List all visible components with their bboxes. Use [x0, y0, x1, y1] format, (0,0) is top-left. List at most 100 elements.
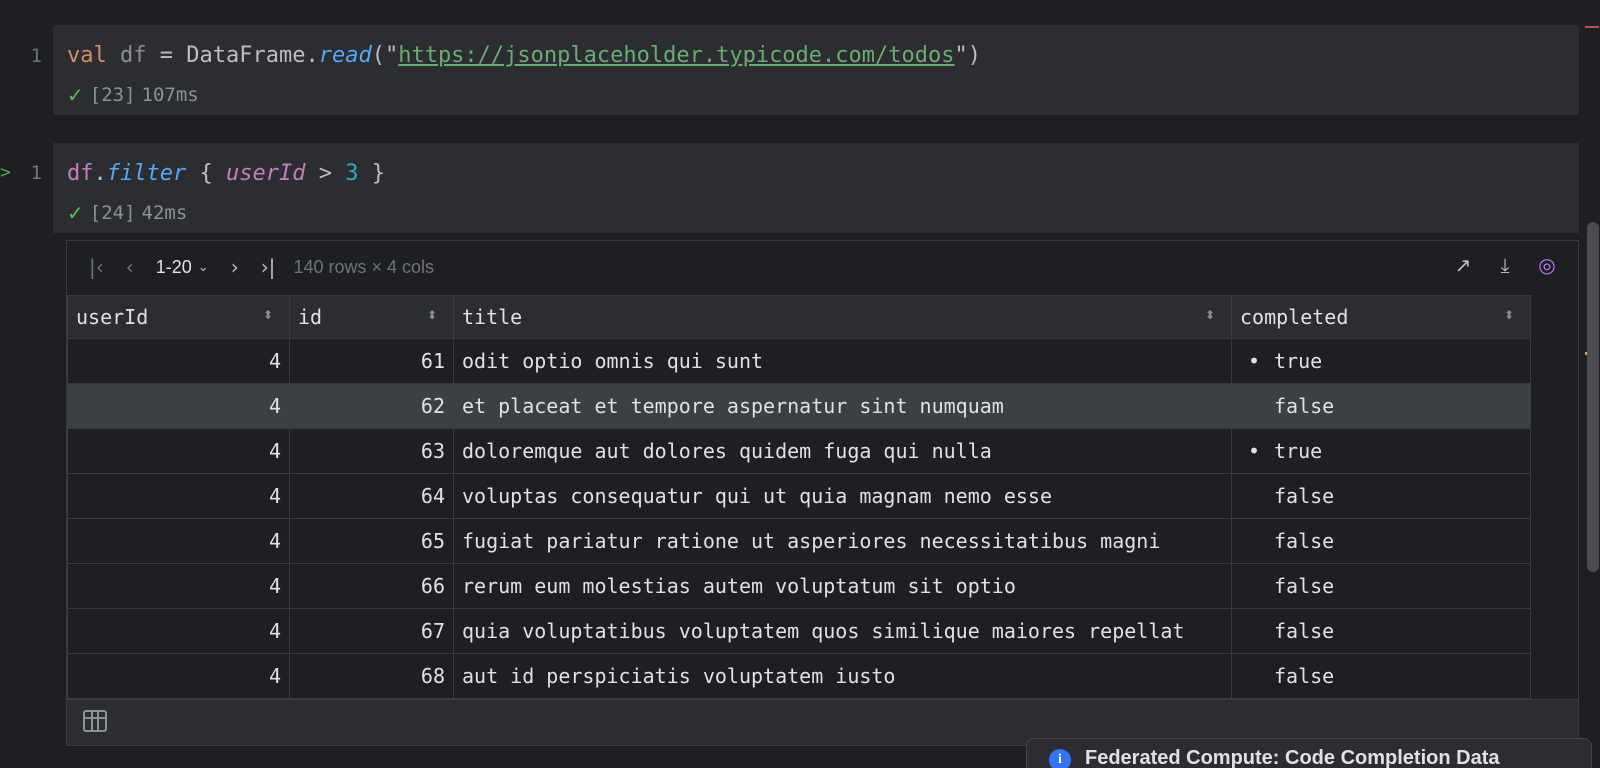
column-header-title[interactable]: title ⬍: [453, 295, 1232, 339]
table-row[interactable]: 4 63 doloremque aut dolores quidem fuga qu…: [67, 428, 1531, 474]
cell-userId[interactable]: 4: [67, 608, 290, 654]
variable-token: df: [67, 161, 94, 186]
cell-completed[interactable]: false: [1231, 653, 1531, 699]
previous-page-icon[interactable]: ‹: [126, 255, 134, 279]
table-row[interactable]: 4 67 quia voluptatibus voluptatem quos sim…: [67, 608, 1531, 654]
column-header-label: id: [298, 305, 323, 329]
table-row[interactable]: 4 66 rerum eum molestias autem voluptatum …: [67, 563, 1531, 609]
cell-id[interactable]: 63: [289, 428, 454, 474]
cell-title[interactable]: quia voluptatibus voluptatem quos simili…: [453, 608, 1232, 654]
brace-open-token: {: [186, 161, 226, 186]
check-icon: ✓: [67, 201, 84, 225]
table-row[interactable]: 4 65 fugiat pariatur ratione ut asperiores…: [67, 518, 1531, 564]
cell-title[interactable]: voluptas consequatur qui ut quia magnam …: [453, 473, 1232, 519]
sort-icon[interactable]: ⬍: [1504, 308, 1514, 322]
completed-value: false: [1274, 529, 1335, 553]
url-link[interactable]: https://jsonplaceholder.typicode.com/tod…: [398, 43, 954, 68]
sort-icon[interactable]: ⬍: [427, 308, 437, 322]
cell-completed[interactable]: false: [1231, 608, 1531, 654]
dataframe-output: |‹ ‹ 1-20 ⌄ › ›| 140 rows × 4 cols ↗ ⤓ ◎…: [66, 240, 1579, 746]
cell-completed[interactable]: false: [1231, 473, 1531, 519]
cell-id[interactable]: 64: [289, 473, 454, 519]
brace-close-token: }: [358, 161, 385, 186]
cell-completed[interactable]: false: [1231, 518, 1531, 564]
table-row[interactable]: 4 68 aut id perspiciatis voluptatem iusto f…: [67, 653, 1531, 699]
code-line[interactable]: val df = DataFrame.read("https://jsonpla…: [67, 43, 981, 68]
cell-id[interactable]: 67: [289, 608, 454, 654]
completed-value: false: [1274, 394, 1335, 418]
cell-completed[interactable]: false: [1231, 563, 1531, 609]
keyword-token: val: [67, 43, 107, 68]
table-row[interactable]: 4 61 odit optio omnis qui sunt • true: [67, 338, 1531, 384]
info-icon: i: [1049, 749, 1071, 768]
column-header-label: userId: [76, 305, 149, 329]
cell-title[interactable]: doloremque aut dolores quidem fuga qui n…: [453, 428, 1232, 474]
cell-id[interactable]: 66: [289, 563, 454, 609]
table-row[interactable]: 4 62 et placeat et tempore aspernatur sint…: [67, 383, 1531, 429]
method-token: filter: [106, 161, 187, 186]
dot-token: .: [93, 161, 107, 186]
completed-value: false: [1274, 484, 1335, 508]
page-range-dropdown[interactable]: 1-20 ⌄: [156, 257, 209, 278]
column-header-completed[interactable]: completed ⬍: [1231, 295, 1531, 339]
notification-balloon[interactable]: i Federated Compute: Code Completion Dat…: [1026, 738, 1592, 768]
chevron-down-icon: ⌄: [197, 259, 209, 274]
cell-title[interactable]: aut id perspiciatis voluptatem iusto: [453, 653, 1232, 699]
cell-userId[interactable]: 4: [67, 383, 290, 429]
error-marker[interactable]: [1585, 26, 1599, 28]
code-cell-2[interactable]: df.filter { userId > 3 } ✓ [24] 42ms: [53, 143, 1579, 233]
class-token: DataFrame: [186, 43, 306, 68]
cell-title[interactable]: et placeat et tempore aspernatur sint nu…: [453, 383, 1232, 429]
cell-id[interactable]: 68: [289, 653, 454, 699]
code-cell-1[interactable]: val df = DataFrame.read("https://jsonpla…: [53, 25, 1579, 115]
cell-userId[interactable]: 4: [67, 518, 290, 564]
page-range-label: 1-20: [155, 256, 192, 277]
completed-value: true: [1274, 439, 1323, 463]
column-header-label: title: [462, 305, 523, 329]
sort-icon[interactable]: ⬍: [1205, 308, 1215, 322]
cell-id[interactable]: 61: [289, 338, 454, 384]
execution-status: ✓ [24] 42ms: [67, 201, 187, 225]
data-table: userId ⬍ id ⬍ title ⬍ completed ⬍ 4 61 odit op…: [67, 295, 1531, 699]
cell-completed[interactable]: false: [1231, 383, 1531, 429]
cell-userId[interactable]: 4: [67, 473, 290, 519]
completed-value: false: [1274, 664, 1335, 688]
completed-value: true: [1274, 349, 1323, 373]
table-row[interactable]: 4 64 voluptas consequatur qui ut quia magn…: [67, 473, 1531, 519]
cell-title[interactable]: fugiat pariatur ratione ut asperiores ne…: [453, 518, 1232, 564]
open-external-icon[interactable]: ↗: [1450, 253, 1476, 277]
kotlin-notebook-icon[interactable]: ◎: [1534, 253, 1560, 277]
first-page-icon[interactable]: |‹: [89, 255, 104, 279]
table-toolbar: |‹ ‹ 1-20 ⌄ › ›| 140 rows × 4 cols ↗ ⤓ ◎: [67, 241, 1578, 293]
cell-id[interactable]: 62: [289, 383, 454, 429]
cell-userId[interactable]: 4: [67, 653, 290, 699]
column-header-id[interactable]: id ⬍: [289, 295, 454, 339]
vertical-scrollbar[interactable]: [1587, 222, 1599, 572]
dot-token: .: [305, 43, 319, 68]
column-header-userId[interactable]: userId ⬍: [67, 295, 290, 339]
table-body: 4 61 odit optio omnis qui sunt • true 4 62 et p…: [67, 338, 1531, 699]
table-view-icon[interactable]: [83, 710, 107, 732]
cell-completed[interactable]: • true: [1231, 428, 1531, 474]
cell-title[interactable]: odit optio omnis qui sunt: [453, 338, 1232, 384]
cell-completed[interactable]: • true: [1231, 338, 1531, 384]
method-token: read: [318, 43, 372, 68]
download-icon[interactable]: ⤓: [1492, 253, 1518, 277]
paren-close-token: "): [954, 43, 982, 68]
cell-userId[interactable]: 4: [67, 338, 290, 384]
cell-title[interactable]: rerum eum molestias autem voluptatum sit…: [453, 563, 1232, 609]
sort-icon[interactable]: ⬍: [263, 308, 273, 322]
next-page-icon[interactable]: ›: [231, 255, 239, 279]
param-token: userId: [225, 161, 306, 186]
execution-count: [24]: [89, 202, 136, 224]
cell-id[interactable]: 65: [289, 518, 454, 564]
last-page-icon[interactable]: ›|: [261, 255, 276, 279]
column-header-label: completed: [1240, 305, 1349, 329]
operator-token: >: [305, 161, 346, 186]
code-line[interactable]: df.filter { userId > 3 }: [67, 161, 385, 186]
true-marker-icon: •: [1248, 349, 1261, 373]
operator-token: =: [146, 43, 187, 68]
cell-userId[interactable]: 4: [67, 563, 290, 609]
variable-token: df: [120, 43, 147, 68]
cell-userId[interactable]: 4: [67, 428, 290, 474]
